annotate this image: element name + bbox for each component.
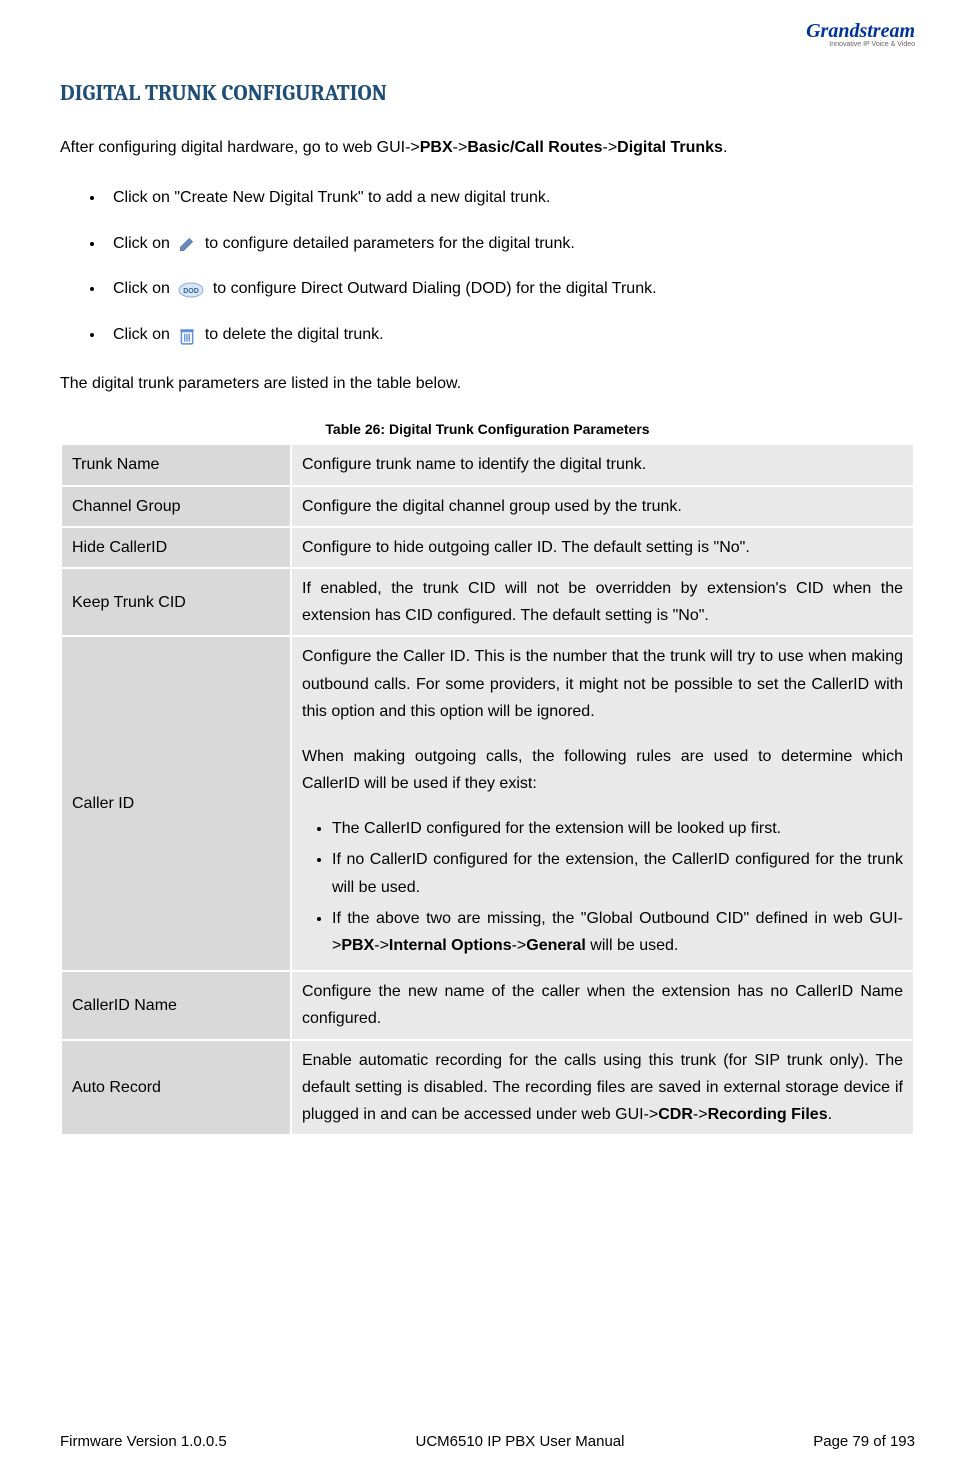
- param-label: Auto Record: [61, 1040, 291, 1136]
- intro-paragraph: After configuring digital hardware, go t…: [60, 136, 915, 160]
- param-description: Configure the digital channel group used…: [291, 486, 914, 527]
- autorecord-cdr: CDR: [658, 1106, 693, 1123]
- intro-arrow2: ->: [602, 139, 617, 156]
- edit-icon: [178, 235, 196, 251]
- intro-pbx: PBX: [420, 139, 453, 156]
- intro-digitaltrunks: Digital Trunks: [617, 139, 723, 156]
- bullet-text: Click on: [113, 326, 174, 343]
- dod-icon: DOD: [178, 281, 204, 297]
- param-label: Keep Trunk CID: [61, 568, 291, 636]
- list-item: Click on to delete the digital trunk.: [105, 322, 915, 348]
- autorecord-end: .: [828, 1106, 832, 1123]
- actions-list: Click on "Create New Digital Trunk" to a…: [60, 185, 915, 347]
- rule3-end: will be used.: [586, 937, 679, 954]
- rule3-gen: General: [526, 937, 586, 954]
- intro-arrow1: ->: [453, 139, 468, 156]
- page-footer: Firmware Version 1.0.0.5 UCM6510 IP PBX …: [60, 1433, 915, 1450]
- brand-logo-tagline: Innovative IP Voice & Video: [765, 41, 915, 48]
- page-title: DIGITAL TRUNK CONFIGURATION: [60, 80, 915, 106]
- bullet-text: Click on: [113, 235, 174, 252]
- rule3-io: Internal Options: [389, 937, 512, 954]
- autorecord-rf: Recording Files: [708, 1106, 828, 1123]
- intro-end: .: [723, 139, 727, 156]
- svg-text:DOD: DOD: [184, 288, 200, 295]
- bullet-text: to delete the digital trunk.: [205, 326, 384, 343]
- list-item: Click on DOD to configure Direct Outward…: [105, 276, 915, 302]
- table-caption: Table 26: Digital Trunk Configuration Pa…: [60, 421, 915, 437]
- brand-logo-text: Grandstream: [765, 20, 915, 43]
- intro-basiccall: Basic/Call Routes: [467, 139, 602, 156]
- table-row: Channel Group Configure the digital chan…: [61, 486, 914, 527]
- footer-doc-title: UCM6510 IP PBX User Manual: [416, 1433, 625, 1450]
- mid-paragraph: The digital trunk parameters are listed …: [60, 372, 915, 396]
- param-description: Configure trunk name to identify the dig…: [291, 444, 914, 485]
- param-label: CallerID Name: [61, 971, 291, 1039]
- table-row: Caller ID Configure the Caller ID. This …: [61, 636, 914, 971]
- rule3-pbx: PBX: [341, 937, 374, 954]
- rule3-arr1: ->: [374, 937, 389, 954]
- param-description: Configure to hide outgoing caller ID. Th…: [291, 527, 914, 568]
- param-label: Channel Group: [61, 486, 291, 527]
- param-description: Configure the Caller ID. This is the num…: [291, 636, 914, 971]
- param-description: Enable automatic recording for the calls…: [291, 1040, 914, 1136]
- bullet-text: Click on: [113, 280, 174, 297]
- bullet-text: to configure detailed parameters for the…: [205, 235, 575, 252]
- delete-icon: [178, 327, 196, 343]
- param-description: If enabled, the trunk CID will not be ov…: [291, 568, 914, 636]
- table-row: Hide CallerID Configure to hide outgoing…: [61, 527, 914, 568]
- table-row: Auto Record Enable automatic recording f…: [61, 1040, 914, 1136]
- callerid-rules-list: The CallerID configured for the extensio…: [302, 815, 903, 959]
- bullet-text: Click on "Create New Digital Trunk" to a…: [113, 189, 550, 206]
- table-row: CallerID Name Configure the new name of …: [61, 971, 914, 1039]
- table-row: Trunk Name Configure trunk name to ident…: [61, 444, 914, 485]
- parameters-table: Trunk Name Configure trunk name to ident…: [60, 443, 915, 1136]
- intro-text: After configuring digital hardware, go t…: [60, 139, 420, 156]
- rule3-arr2: ->: [512, 937, 527, 954]
- footer-firmware-version: Firmware Version 1.0.0.5: [60, 1433, 227, 1450]
- footer-page-number: Page 79 of 193: [813, 1433, 915, 1450]
- list-item: Click on to configure detailed parameter…: [105, 231, 915, 257]
- list-item: The CallerID configured for the extensio…: [332, 815, 903, 842]
- list-item: If no CallerID configured for the extens…: [332, 846, 903, 900]
- table-row: Keep Trunk CID If enabled, the trunk CID…: [61, 568, 914, 636]
- bullet-text: to configure Direct Outward Dialing (DOD…: [213, 280, 657, 297]
- callerid-para2: When making outgoing calls, the followin…: [302, 743, 903, 797]
- param-description: Configure the new name of the caller whe…: [291, 971, 914, 1039]
- callerid-para1: Configure the Caller ID. This is the num…: [302, 643, 903, 725]
- list-item: Click on "Create New Digital Trunk" to a…: [105, 185, 915, 211]
- param-label: Trunk Name: [61, 444, 291, 485]
- brand-logo: Grandstream Innovative IP Voice & Video: [765, 20, 915, 70]
- param-label: Caller ID: [61, 636, 291, 971]
- param-label: Hide CallerID: [61, 527, 291, 568]
- autorecord-arr: ->: [693, 1106, 708, 1123]
- list-item: If the above two are missing, the "Globa…: [332, 905, 903, 959]
